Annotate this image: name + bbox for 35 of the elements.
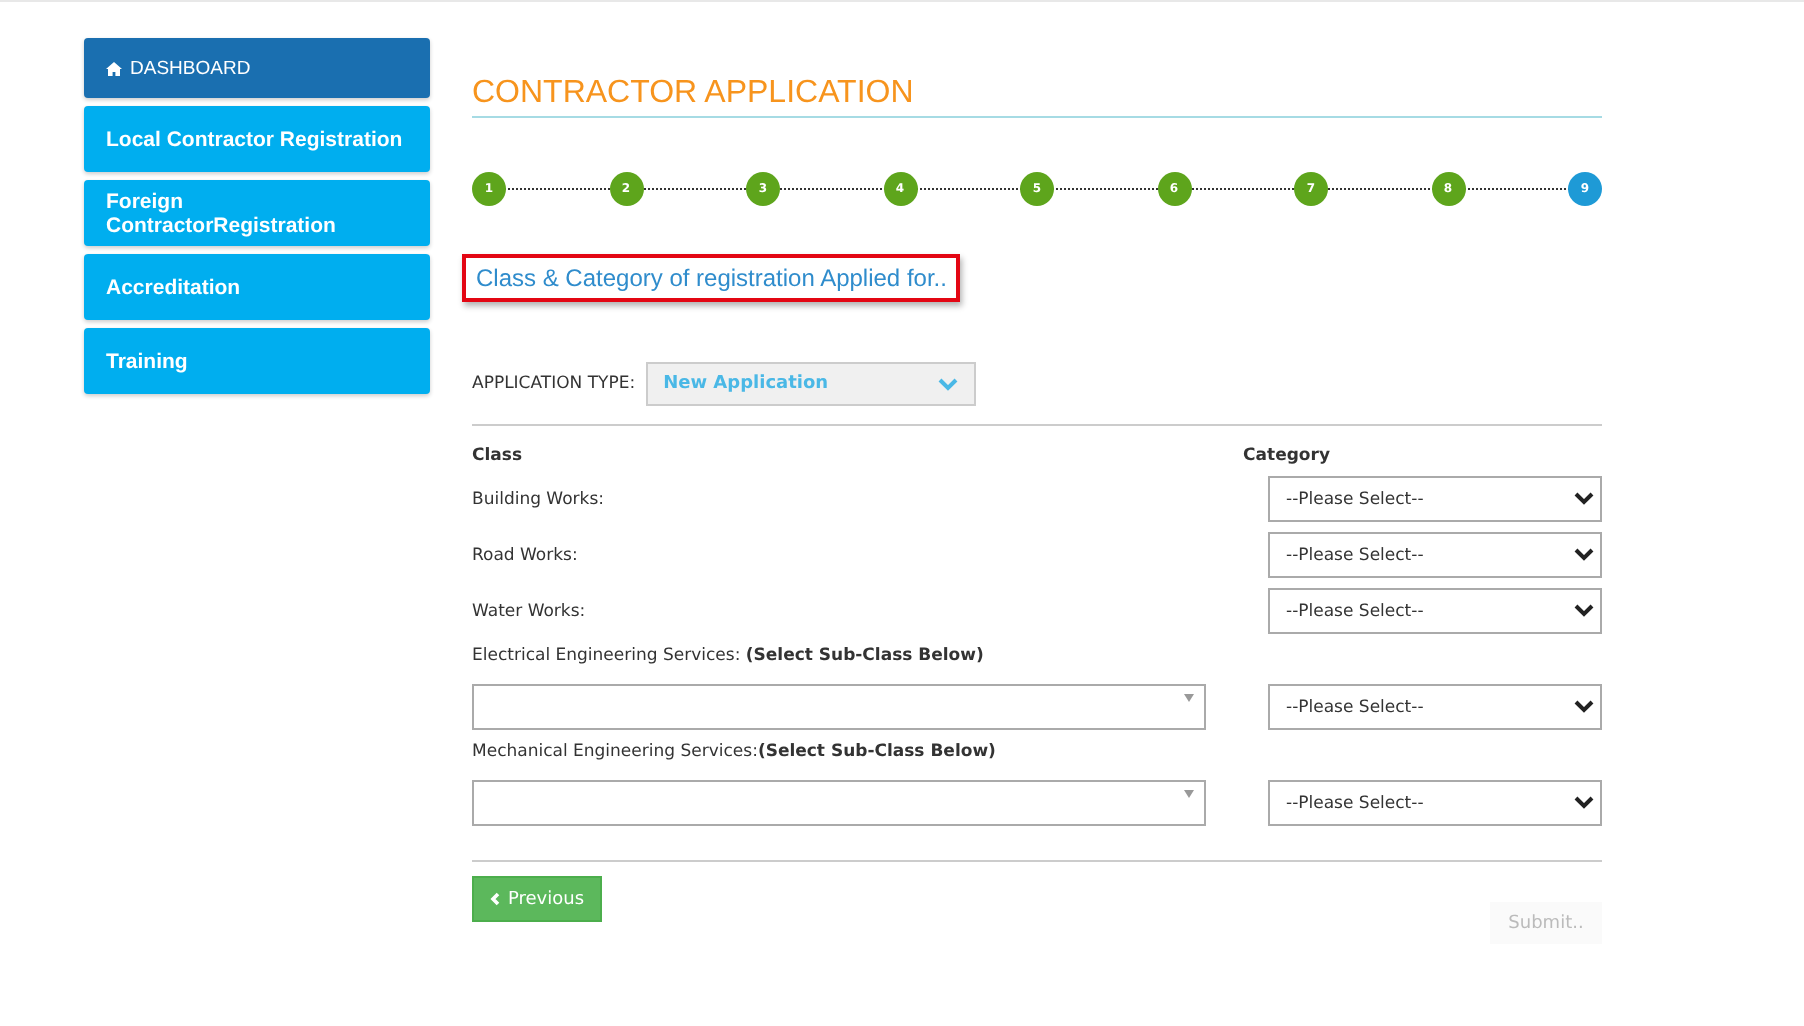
chevron-left-icon [489, 892, 500, 906]
class-label: Building Works: [472, 489, 604, 509]
category-select[interactable]: --Please Select-- [1268, 588, 1602, 634]
category-select[interactable]: --Please Select-- [1268, 780, 1602, 826]
class-label: Water Works: [472, 601, 586, 621]
submit-button[interactable]: Submit.. [1490, 902, 1602, 944]
sidebar-item[interactable]: Local Contractor Registration [84, 106, 430, 172]
chevron-icon [1574, 796, 1594, 810]
caret-icon [1184, 694, 1194, 702]
class-label: Road Works: [472, 545, 578, 565]
category-select[interactable]: --Please Select-- [1268, 532, 1602, 578]
chevron-icon [1574, 548, 1594, 562]
sidebar-item[interactable]: DASHBOARD [84, 38, 430, 98]
page-title: CONTRACTOR APPLICATION [472, 76, 1602, 118]
application-type-select[interactable]: New Application [645, 362, 976, 406]
section-heading: Class & Category of registration Applied for.. [462, 254, 961, 302]
chevron-icon [937, 377, 958, 391]
field-label: APPLICATION TYPE: [472, 374, 636, 394]
chevron-icon [1574, 604, 1594, 618]
chevron-icon [1574, 700, 1594, 714]
category-select[interactable]: --Please Select-- [1268, 684, 1602, 730]
subclass-select[interactable] [472, 684, 1206, 730]
column-header: Class [472, 446, 523, 466]
subclass-select[interactable] [472, 780, 1206, 826]
class-label: Electrical Engineering Services: (Select Sub-Class Below) [472, 646, 986, 666]
caret-icon [1184, 790, 1194, 798]
column-header: Category [1243, 446, 1330, 466]
sidebar-item[interactable]: Foreign ContractorRegistration [84, 180, 430, 246]
previous-button[interactable]: Previous [472, 876, 602, 922]
class-label: Mechanical Engineering Services:(Select Sub-Class Below) [472, 742, 998, 762]
chevron-icon [1574, 492, 1594, 506]
category-select[interactable]: --Please Select-- [1268, 476, 1602, 522]
home-icon [106, 61, 122, 75]
sidebar-item[interactable]: Accreditation [84, 254, 430, 320]
sidebar-item[interactable]: Training [84, 328, 430, 394]
